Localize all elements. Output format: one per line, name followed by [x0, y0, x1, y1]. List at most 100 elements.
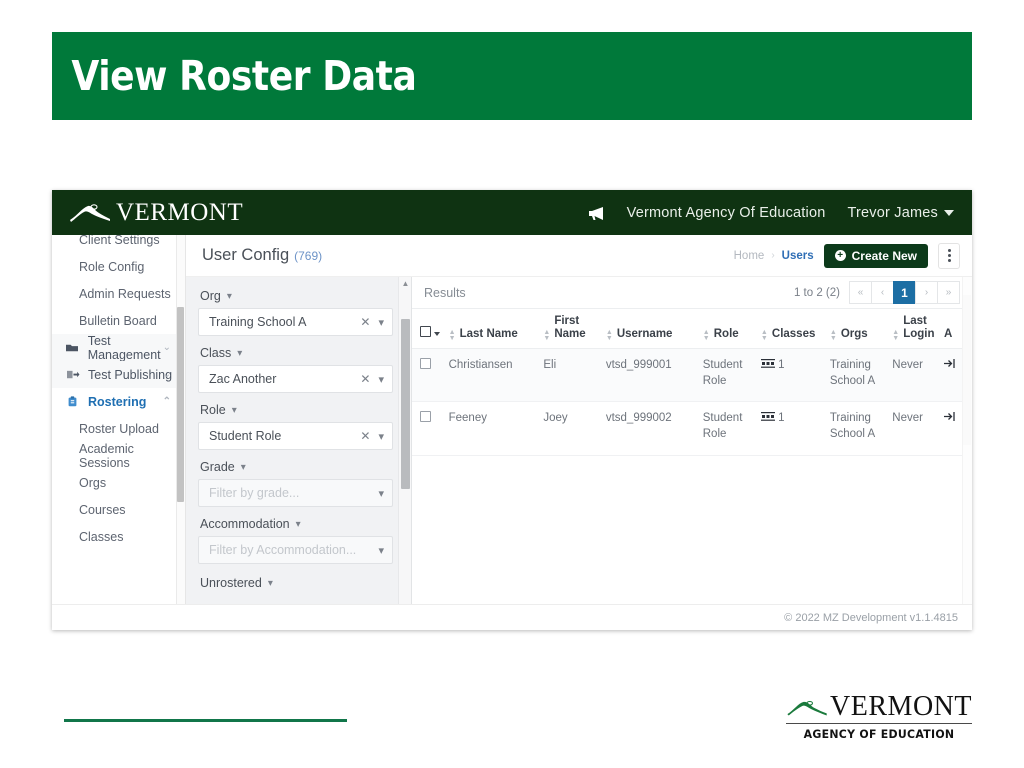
pagination-page-1[interactable]: 1: [893, 281, 916, 304]
table-row[interactable]: Feeney Joey vtsd_999002 Student Role 1 Train…: [412, 401, 972, 456]
sidebar-scrollbar-thumb[interactable]: [177, 307, 184, 502]
login-arrow-icon[interactable]: [943, 411, 957, 422]
chevron-up-icon[interactable]: ⌃: [163, 396, 171, 407]
organization-name: Vermont Agency Of Education: [626, 204, 826, 221]
sort-icon: ▲ ▼: [543, 328, 551, 342]
row-checkbox[interactable]: [420, 358, 431, 370]
header-orgs[interactable]: ▲ ▼ Orgs: [829, 309, 893, 350]
vermont-brand-logo[interactable]: VERMONT: [52, 199, 243, 227]
filter-select-org[interactable]: Training School A ✕ ▾: [198, 308, 393, 336]
cell-first-name: Eli: [543, 348, 606, 403]
filter-select-role[interactable]: Student Role ✕ ▾: [198, 422, 393, 450]
filter-select-grade[interactable]: Filter by grade... ▾: [198, 479, 393, 507]
results-vertical-scrollbar-thumb[interactable]: [963, 295, 971, 445]
cell-last-name: Christiansen: [448, 348, 544, 403]
sidebar-item-bulletin-board[interactable]: Bulletin Board: [52, 307, 185, 334]
sidebar-item-rostering[interactable]: Rostering ⌃: [52, 388, 185, 415]
filter-label-unrostered[interactable]: Unrostered ▾: [200, 576, 393, 590]
filter-label-text: Class: [200, 346, 232, 360]
sidebar-item-label: Courses: [79, 502, 126, 517]
create-new-label: Create New: [851, 248, 917, 263]
sidebar-item-academic-sessions[interactable]: Academic Sessions: [52, 442, 185, 470]
chevron-down-icon[interactable]: ▾: [378, 316, 384, 329]
select-all-checkbox[interactable]: [420, 326, 431, 338]
filter-label-grade[interactable]: Grade ▾: [200, 460, 393, 474]
pagination-prev-page[interactable]: ‹: [871, 281, 894, 304]
plus-circle-icon: +: [834, 250, 846, 261]
filter-label-role[interactable]: Role ▾: [200, 403, 393, 417]
filter-label-text: Org: [200, 289, 221, 303]
sidebar-item-role-config[interactable]: Role Config: [52, 253, 185, 280]
sidebar-scrollbar[interactable]: [176, 235, 185, 630]
chevron-down-icon[interactable]: ▾: [378, 430, 384, 443]
chevron-down-icon[interactable]: ▾: [378, 487, 384, 500]
filter-label-class[interactable]: Class ▾: [200, 346, 393, 360]
vermont-mountain-icon: [70, 203, 110, 222]
header-last-name[interactable]: ▲ ▼ Last Name: [448, 309, 544, 350]
pagination-next-page[interactable]: ›: [915, 281, 938, 304]
header-first-name-label: First Name: [554, 315, 586, 341]
vermont-aoe-logo: VERMONT AGENCY OF EDUCATION: [786, 693, 972, 746]
filter-label-text: Role: [200, 403, 226, 417]
cell-last-login: Never: [892, 401, 944, 456]
footer-divider-rule: [64, 719, 347, 722]
left-sidebar: Client Settings Role Config Admin Requests…: [52, 235, 186, 630]
filter-select-class[interactable]: Zac Another ✕ ▾: [198, 365, 393, 393]
content-area: User Config (769) Home › Users + Create …: [186, 235, 972, 630]
scroll-up-icon[interactable]: ▲: [399, 277, 411, 290]
sidebar-item-client-settings[interactable]: Client Settings: [52, 235, 185, 253]
results-panel: Results 1 to 2 (2) «‹ 1 ›» ▲ ▼ Last Name…: [412, 277, 972, 630]
user-name: Trevor James: [847, 204, 938, 221]
header-role[interactable]: ▲ ▼ Role: [702, 309, 761, 350]
header-last-login[interactable]: ▲ ▼ Last Login: [892, 309, 944, 350]
chevron-down-icon: [944, 209, 954, 216]
select-all-header: [412, 309, 449, 350]
header-classes-label: Classes: [771, 328, 816, 341]
header-orgs-label: Orgs: [840, 328, 868, 341]
results-vertical-scrollbar[interactable]: [962, 277, 972, 630]
chevron-down-icon[interactable]: ⌄: [163, 369, 171, 380]
create-new-button[interactable]: + Create New: [823, 243, 928, 268]
sidebar-item-test-management[interactable]: Test Management ⌄: [52, 334, 185, 362]
clear-x-icon[interactable]: ✕: [360, 429, 370, 443]
clear-x-icon[interactable]: ✕: [360, 315, 370, 329]
chevron-down-icon: ▾: [237, 347, 243, 359]
user-menu[interactable]: Trevor James: [847, 204, 954, 221]
filter-label-org[interactable]: Org ▾: [200, 289, 393, 303]
sidebar-item-orgs[interactable]: Orgs: [52, 469, 185, 496]
table-row[interactable]: Christiansen Eli vtsd_999001 Student Role 1…: [412, 348, 972, 403]
chevron-down-icon[interactable]: ▾: [378, 544, 384, 557]
filter-label-accommodation[interactable]: Accommodation ▾: [200, 517, 393, 531]
pagination-last-page[interactable]: »: [937, 281, 960, 304]
vertical-dots-icon[interactable]: [938, 242, 960, 269]
header-username-label: Username: [616, 328, 673, 341]
header-first-name[interactable]: ▲ ▼ First Name: [543, 309, 606, 350]
chevron-down-icon[interactable]: ▾: [378, 373, 384, 386]
chevron-down-icon: ▾: [226, 290, 232, 302]
filter-label-text: Grade: [200, 460, 235, 474]
megaphone-icon[interactable]: [587, 205, 605, 221]
chevron-down-icon[interactable]: ⌄: [163, 342, 171, 353]
header-classes[interactable]: ▲ ▼ Classes: [760, 309, 830, 350]
filter-value-org: Training School A: [209, 315, 307, 329]
header-role-label: Role: [713, 328, 739, 341]
cell-orgs: Training School A: [829, 348, 893, 403]
sidebar-item-test-publishing[interactable]: Test Publishing ⌄: [52, 361, 185, 388]
pagination-first-page[interactable]: «: [849, 281, 872, 304]
sidebar-item-roster-upload[interactable]: Roster Upload: [52, 415, 185, 442]
row-checkbox[interactable]: [420, 411, 431, 423]
sidebar-item-classes[interactable]: Classes: [52, 523, 185, 550]
filter-select-accommodation[interactable]: Filter by Accommodation... ▾: [198, 536, 393, 564]
header-username[interactable]: ▲ ▼ Username: [605, 309, 703, 350]
sidebar-item-courses[interactable]: Courses: [52, 496, 185, 523]
clear-x-icon[interactable]: ✕: [360, 372, 370, 386]
login-arrow-icon[interactable]: [943, 358, 957, 369]
breadcrumb-users[interactable]: Users: [782, 250, 814, 262]
chevron-down-icon: ▾: [231, 404, 237, 416]
breadcrumb-home[interactable]: Home: [734, 250, 765, 262]
sidebar-item-admin-requests[interactable]: Admin Requests: [52, 280, 185, 307]
filter-panel-scrollbar[interactable]: ▲ ▼: [398, 277, 411, 630]
filter-scrollbar-thumb[interactable]: [401, 319, 410, 489]
chevron-down-icon[interactable]: [434, 332, 440, 337]
cell-classes: 1: [760, 348, 830, 403]
